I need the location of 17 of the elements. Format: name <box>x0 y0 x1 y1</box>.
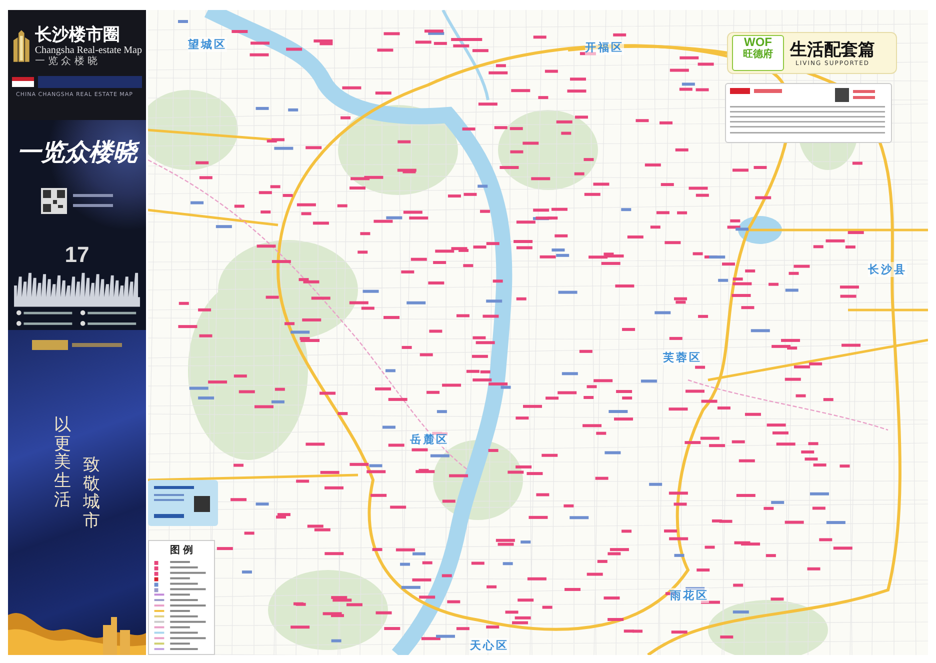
district-label: 芙蓉区 <box>663 350 702 365</box>
district-label: 天心区 <box>470 638 509 653</box>
ad-headline: 以更美生活 <box>54 416 71 512</box>
district-label: 开福区 <box>585 40 624 55</box>
ad-headline: 致敬城市 <box>83 456 100 531</box>
district-label: 岳麓区 <box>410 432 449 447</box>
poster-tagline: 一 览 众 楼 晓 <box>34 56 98 68</box>
legend-title: 图 例 <box>170 544 194 557</box>
logo-text: WOF <box>744 36 772 49</box>
district-label: 望城区 <box>188 37 227 52</box>
brand-name: 旺德府 <box>743 49 773 60</box>
map-title: 生活配套篇 <box>790 40 875 60</box>
edition-number: 17 <box>64 242 90 268</box>
district-label: 长沙县 <box>868 262 907 277</box>
poster-subtitle: Changsha Real-estate Map <box>34 44 142 56</box>
poster-title: 长沙楼市圈 <box>34 24 120 44</box>
district-label: 雨花区 <box>670 588 709 603</box>
